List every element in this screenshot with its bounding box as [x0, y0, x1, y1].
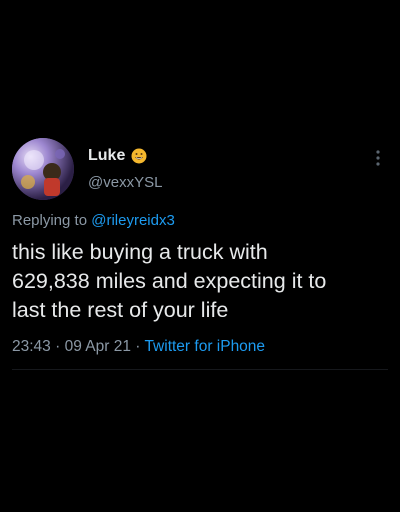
tweet-text-line: last the rest of your life: [12, 298, 229, 322]
replying-to-label: Replying to: [12, 212, 92, 229]
tweet-text-line: this like buying a truck with: [12, 240, 268, 264]
tweet-time[interactable]: 23:43: [12, 338, 51, 355]
tweet-date[interactable]: 09 Apr 21: [65, 338, 131, 355]
vertical-ellipsis-icon[interactable]: [372, 148, 384, 168]
tweet-text-line: 629,838 miles and expecting it to: [12, 269, 327, 293]
meta-separator: ·: [130, 338, 145, 355]
display-name[interactable]: Luke: [88, 147, 125, 165]
avatar-image: [12, 138, 74, 200]
divider: [12, 369, 388, 370]
user-handle[interactable]: @vexxYSL: [88, 174, 162, 191]
tweet-meta: 23:43 · 09 Apr 21 · Twitter for iPhone: [12, 338, 265, 356]
name-row: Luke: [88, 146, 147, 166]
tweet: Luke @vexxYSL Replying to @rileyreidx3 t…: [0, 0, 400, 512]
tweet-source-link[interactable]: Twitter for iPhone: [144, 338, 265, 355]
grinning-face-emoji-icon: [131, 148, 147, 164]
tweet-text: this like buying a truck with 629,838 mi…: [12, 238, 388, 325]
meta-separator: ·: [50, 338, 65, 355]
reply-mention-link[interactable]: @rileyreidx3: [91, 212, 175, 229]
replying-to-line: Replying to @rileyreidx3: [12, 212, 175, 229]
avatar[interactable]: [12, 138, 74, 200]
